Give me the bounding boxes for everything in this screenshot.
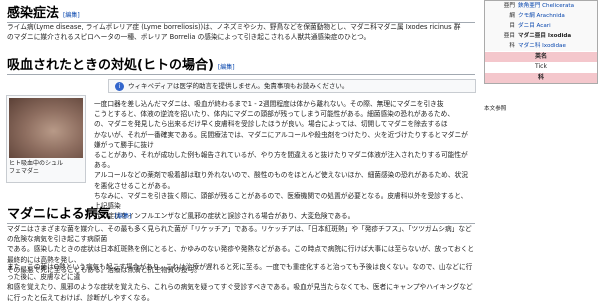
text-line: マダニはさまざまな菌を媒介し、その最も多く見られた菌が「リケッチア」である。リケ… — [7, 225, 472, 244]
text-line: 和感を覚えたり、風邪のような症状を覚えたら、これらの病気を疑ってすぐ受診すべきで… — [7, 283, 473, 301]
see-text-note: 本文参照 — [484, 106, 507, 112]
text-line: ライム病(Lyme disease, ライムボレリア症 (Lyme borrel… — [7, 23, 461, 31]
taxon-link[interactable]: クモ綱 Arachnida — [518, 11, 597, 21]
text-line: こうとすると、体液の逆流を招いたり、体内にマダニの頭部が残ってしまう可能性がある… — [94, 110, 455, 119]
taxonomy-sidebar: 亜門 鋏角亜門 Chelicerata 綱 クモ綱 Arachnida 目 ダニ… — [484, 0, 600, 301]
taxo-row: 亜門 鋏角亜門 Chelicerata — [485, 1, 597, 11]
taxo-row: 亜目 マダニ亜目 Ixodida — [485, 31, 597, 41]
article-content: 感染症法 [編集] ライム病(Lyme disease, ライムボレリア症 (Ly… — [0, 0, 478, 301]
text-line: アルコールなどの薬剤で吸着部は取り外れないので、酸性のものをほとんど使えないほか… — [94, 171, 468, 190]
info-icon: i — [115, 81, 124, 91]
section-heading-tick-diseases: マダニによる病気 [編集] — [7, 203, 475, 224]
taxo-row: 目 ダニ目 Acari — [485, 21, 597, 31]
section-heading-infection-law: 感染症法 [編集] — [7, 2, 475, 23]
medical-disclaimer: i ウィキペディアは医学的助言を提供しません。免責事項もお読みください。 — [108, 79, 476, 93]
thumbnail-caption: ヒト吸血中のシュル フェマダニ — [9, 160, 83, 176]
taxo-row: 科 マダニ科 Ixodidae — [485, 41, 597, 51]
text-line: の、マダニを発見したら出来るだけ早く皮膚科を受診したほうが良い。場合によっては、… — [94, 120, 448, 129]
tick-photo[interactable] — [9, 98, 83, 158]
section-heading-bite-treatment: 吸血されたときの対処(ヒトの場合) [編集] — [7, 54, 475, 75]
taxon-current: マダニ亜目 Ixodida — [518, 33, 572, 39]
taxobox: 亜門 鋏角亜門 Chelicerata 綱 クモ綱 Arachnida 目 ダニ… — [484, 0, 598, 84]
caption-line: フェマダニ — [9, 168, 40, 175]
disclaimer-text: ウィキペディアは医学的助言を提供しません。免責事項もお読みください。 — [128, 82, 349, 90]
taxon-link[interactable]: ダニ目 Acari — [518, 21, 597, 31]
heading-text: 吸血されたときの対処(ヒトの場合) — [7, 58, 214, 73]
family-header: 科 — [485, 72, 597, 83]
rank-label: 亜門 — [503, 3, 515, 9]
text-line: 一度口器を差し込んだマダニは、吸血が終わるまで1 - 2週間程度は体から離れない… — [94, 100, 444, 108]
taxo-row: 綱 クモ綱 Arachnida — [485, 11, 597, 21]
edit-link[interactable]: [編集] — [115, 213, 132, 220]
infection-paragraph: ライム病(Lyme disease, ライムボレリア症 (Lyme borrel… — [7, 22, 460, 42]
edit-link[interactable]: [編集] — [218, 64, 235, 71]
heading-text: 感染症法 — [7, 6, 60, 21]
rank-label: 科 — [509, 43, 515, 49]
text-line: かないが、それが一番確実である。民間療法では、マダニにアルコールや殺虫剤をつけた… — [94, 130, 468, 149]
caption-line: ヒト吸血中のシュル — [9, 160, 64, 167]
heading-text: マダニによる病気 — [7, 207, 111, 222]
rank-label: 目 — [509, 23, 515, 29]
text-line: また、この菌はQ熱という病気も起こす場合があり、これは治療が遅れると死に至る。一… — [7, 263, 473, 282]
disease-paragraph-2: また、この菌はQ熱という病気も起こす場合があり、これは治療が遅れると死に至る。一… — [7, 262, 478, 301]
tick-photo-thumbnail[interactable]: ヒト吸血中のシュル フェマダニ — [6, 95, 86, 183]
text-line: のマダニに媒介されるスピロヘータの一種、ボレリア Borrelia の感染によっ… — [7, 33, 371, 42]
english-name-value: Tick — [485, 62, 597, 72]
taxon-link[interactable]: マダニ科 Ixodidae — [518, 41, 597, 51]
taxon-link[interactable]: 鋏角亜門 Chelicerata — [518, 1, 597, 11]
rank-label: 亜目 — [503, 33, 515, 39]
edit-link[interactable]: [編集] — [63, 12, 80, 19]
english-name-header: 英名 — [485, 51, 597, 62]
rank-label: 綱 — [509, 13, 515, 19]
text-line: ることがあり、それが成功した例も報告されているが、やり方を間違えると抜けたりマダ… — [94, 151, 468, 170]
